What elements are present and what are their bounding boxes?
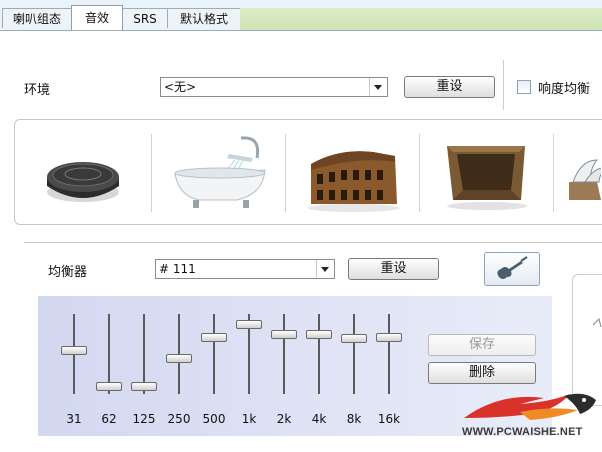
- eq-slider-2k[interactable]: [269, 314, 299, 406]
- loudness-checkbox[interactable]: [517, 80, 531, 94]
- stage-disc-icon[interactable]: [29, 130, 149, 216]
- equalizer-delete-button[interactable]: 删除: [428, 362, 536, 384]
- environment-select[interactable]: <无>: [160, 77, 388, 97]
- chevron-down-icon[interactable]: [369, 78, 387, 96]
- environment-gallery: [14, 119, 602, 225]
- eq-slider-track[interactable]: [213, 314, 215, 394]
- side-panel: [572, 274, 602, 406]
- tab-sound-effects[interactable]: 音效: [71, 5, 123, 30]
- chevron-down-icon[interactable]: [316, 260, 334, 278]
- divider: [151, 134, 152, 212]
- eq-slider-16k[interactable]: [374, 314, 404, 406]
- eq-band-label: 1k: [241, 412, 257, 426]
- opera-house-icon[interactable]: [567, 130, 601, 216]
- divider: [553, 134, 554, 212]
- equalizer-save-button[interactable]: 保存: [428, 334, 536, 356]
- tab-speaker-config[interactable]: 喇叭组态: [2, 8, 72, 28]
- eq-band-label: 8k: [346, 412, 362, 426]
- equalizer-preset-select[interactable]: # 111: [155, 259, 335, 279]
- bathtub-icon[interactable]: [165, 130, 285, 216]
- environment-label: 环境: [24, 83, 51, 98]
- equalizer-preset-value: # 111: [159, 262, 196, 276]
- eq-band-label: 500: [202, 412, 226, 426]
- tab-default-format[interactable]: 默认格式: [167, 8, 241, 28]
- watermark-logo: [460, 388, 602, 452]
- eq-slider-thumb[interactable]: [271, 330, 297, 339]
- colosseum-icon[interactable]: [299, 130, 419, 216]
- eq-slider-thumb[interactable]: [306, 330, 332, 339]
- eq-slider-250[interactable]: [164, 314, 194, 406]
- eq-slider-8k[interactable]: [339, 314, 369, 406]
- eq-slider-thumb[interactable]: [236, 320, 262, 329]
- eq-slider-31[interactable]: [59, 314, 89, 406]
- equalizer-label: 均衡器: [48, 265, 88, 280]
- eq-slider-500[interactable]: [199, 314, 229, 406]
- eq-band-label: 125: [132, 412, 156, 426]
- eq-band-label: 16k: [377, 412, 401, 426]
- guitar-icon: [497, 256, 528, 279]
- eq-slider-1k[interactable]: [234, 314, 264, 406]
- eq-slider-62[interactable]: [94, 314, 124, 406]
- equalizer-reset-button[interactable]: 重设: [348, 258, 439, 280]
- eq-slider-track[interactable]: [388, 314, 390, 394]
- divider: [285, 134, 286, 212]
- guitar-button[interactable]: [484, 252, 540, 286]
- eq-slider-thumb[interactable]: [166, 354, 192, 363]
- tab-bar-fill: [240, 8, 602, 30]
- environment-select-value: <无>: [164, 80, 197, 94]
- stone-room-icon[interactable]: [433, 130, 553, 216]
- eq-slider-125[interactable]: [129, 314, 159, 406]
- eq-slider-track[interactable]: [318, 314, 320, 394]
- loudness-label: 响度均衡: [538, 82, 591, 97]
- eq-band-label: 31: [66, 412, 82, 426]
- eq-slider-thumb[interactable]: [61, 346, 87, 355]
- watermark-text: WWW.PCWAISHE.NET: [462, 426, 583, 438]
- eq-band-label: 2k: [276, 412, 292, 426]
- divider: [419, 134, 420, 212]
- divider: [24, 242, 602, 243]
- eq-slider-track[interactable]: [353, 314, 355, 394]
- eq-slider-thumb[interactable]: [341, 334, 367, 343]
- tab-bar: 喇叭组态 音效 SRS 默认格式: [0, 0, 602, 31]
- eq-slider-thumb[interactable]: [376, 333, 402, 342]
- environment-reset-button[interactable]: 重设: [404, 76, 495, 98]
- eq-band-label: 62: [101, 412, 117, 426]
- tab-srs[interactable]: SRS: [122, 8, 168, 28]
- eq-slider-thumb[interactable]: [96, 382, 122, 391]
- eq-slider-thumb[interactable]: [131, 382, 157, 391]
- eq-band-label: 250: [167, 412, 191, 426]
- eq-slider-4k[interactable]: [304, 314, 334, 406]
- eq-slider-thumb[interactable]: [201, 333, 227, 342]
- divider: [503, 60, 504, 110]
- eq-band-label: 4k: [311, 412, 327, 426]
- eq-slider-track[interactable]: [283, 314, 285, 394]
- cursor-icon: [592, 318, 602, 328]
